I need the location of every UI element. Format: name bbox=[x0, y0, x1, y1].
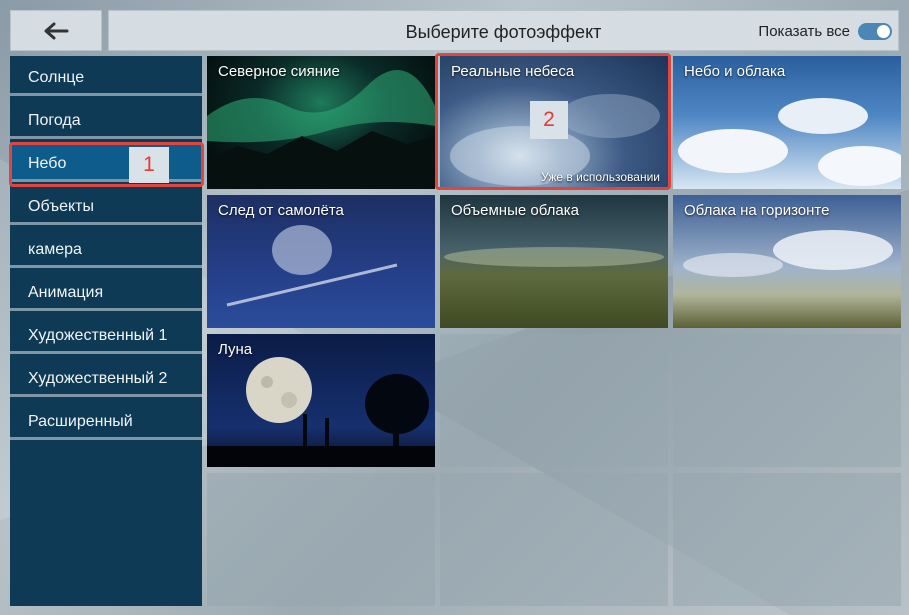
sidebar-item-label: Расширенный bbox=[28, 413, 133, 430]
show-all-toggle[interactable] bbox=[858, 23, 892, 40]
empty-slot bbox=[673, 334, 901, 467]
effect-tile-contrail[interactable]: След от самолёта bbox=[207, 195, 435, 328]
effect-label: Облака на горизонте bbox=[684, 202, 830, 219]
header-bar: Выберите фотоэффект Показать все bbox=[108, 10, 899, 51]
back-button[interactable] bbox=[10, 10, 102, 51]
sidebar-item-label: камера bbox=[28, 241, 82, 258]
effect-label: Луна bbox=[218, 341, 253, 358]
empty-slot bbox=[207, 473, 435, 606]
toggle-knob bbox=[877, 25, 890, 38]
sidebar-item-artistic-2[interactable]: Художественный 2 bbox=[10, 357, 202, 397]
sidebar-item-sun[interactable]: Солнце bbox=[10, 56, 202, 96]
effect-tile-moon[interactable]: Луна bbox=[207, 334, 435, 467]
effect-label: След от самолёта bbox=[218, 202, 344, 219]
sidebar-item-label: Анимация bbox=[28, 284, 104, 301]
sidebar-item-animation[interactable]: Анимация bbox=[10, 271, 202, 311]
sidebar-item-label: Погода bbox=[28, 112, 81, 129]
highlight-frame-sky bbox=[9, 142, 204, 187]
callout-marker-2: 2 bbox=[530, 101, 568, 139]
effect-tile-horizon-clouds[interactable]: Облака на горизонте bbox=[673, 195, 901, 328]
show-all-label: Показать все bbox=[758, 23, 850, 40]
sidebar-item-advanced[interactable]: Расширенный bbox=[10, 400, 202, 440]
effect-label: Северное сияние bbox=[218, 63, 340, 80]
effect-tile-sky-clouds[interactable]: Небо и облака bbox=[673, 56, 901, 189]
sidebar-item-label: Художественный 1 bbox=[28, 327, 168, 344]
empty-slot bbox=[673, 473, 901, 606]
effect-label: Небо и облака bbox=[684, 63, 786, 80]
sidebar-item-objects[interactable]: Объекты bbox=[10, 185, 202, 225]
sidebar-item-label: Художественный 2 bbox=[28, 370, 168, 387]
effect-tile-volumetric-clouds[interactable]: Объемные облака bbox=[440, 195, 668, 328]
sidebar-item-artistic-1[interactable]: Художественный 1 bbox=[10, 314, 202, 354]
callout-marker-1: 1 bbox=[129, 147, 169, 183]
effect-tile-aurora[interactable]: Северное сияние bbox=[207, 56, 435, 189]
arrow-left-icon bbox=[44, 22, 69, 39]
empty-slot bbox=[440, 473, 668, 606]
category-sidebar: Солнце Погода Небо Объекты камера Анимац… bbox=[10, 56, 202, 606]
empty-slot bbox=[440, 334, 668, 467]
effect-label: Объемные облака bbox=[451, 202, 579, 219]
sidebar-item-label: Объекты bbox=[28, 198, 94, 215]
sidebar-item-weather[interactable]: Погода bbox=[10, 99, 202, 139]
sidebar-item-camera[interactable]: камера bbox=[10, 228, 202, 268]
sidebar-item-label: Солнце bbox=[28, 69, 85, 86]
